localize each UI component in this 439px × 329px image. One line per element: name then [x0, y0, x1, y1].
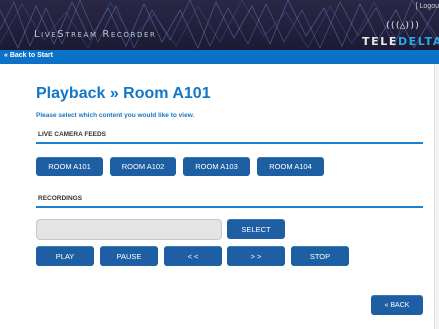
room-a102-button[interactable]: ROOM A102: [110, 157, 176, 176]
signal-icon: (((△))): [385, 21, 420, 31]
select-button[interactable]: SELECT: [227, 219, 285, 239]
app-header: LiveStream Recorder [ Logou (((△))) TELE…: [0, 0, 439, 50]
room-a103-button[interactable]: ROOM A103: [183, 157, 250, 176]
forward-button[interactable]: > >: [227, 246, 285, 266]
live-feeds-divider: [36, 142, 423, 144]
pause-button[interactable]: PAUSE: [100, 246, 158, 266]
back-to-start-link[interactable]: « Back to Start: [4, 52, 53, 59]
brand-logo-part-a: TELE: [362, 35, 398, 48]
brand-logo: TELEDELTA: [362, 35, 439, 48]
recordings-divider: [36, 206, 423, 208]
back-button[interactable]: « BACK: [371, 295, 423, 315]
room-a101-button[interactable]: ROOM A101: [36, 157, 103, 176]
page-title: Playback » Room A101: [36, 85, 211, 102]
rewind-button[interactable]: < <: [164, 246, 222, 266]
recording-select[interactable]: [36, 219, 222, 240]
live-feeds-label: LIVE CAMERA FEEDS: [38, 131, 107, 138]
nav-bar: « Back to Start: [0, 50, 439, 64]
logout-link[interactable]: [ Logou: [416, 3, 439, 10]
instruction-text: Please select which content you would li…: [36, 112, 195, 119]
stop-button[interactable]: STOP: [291, 246, 349, 266]
page-edge: [434, 64, 439, 329]
app-title: LiveStream Recorder: [34, 29, 157, 40]
recordings-label: RECORDINGS: [38, 195, 83, 202]
play-button[interactable]: PLAY: [36, 246, 94, 266]
brand-logo-part-b: DELTA: [397, 35, 439, 48]
room-a104-button[interactable]: ROOM A104: [257, 157, 324, 176]
